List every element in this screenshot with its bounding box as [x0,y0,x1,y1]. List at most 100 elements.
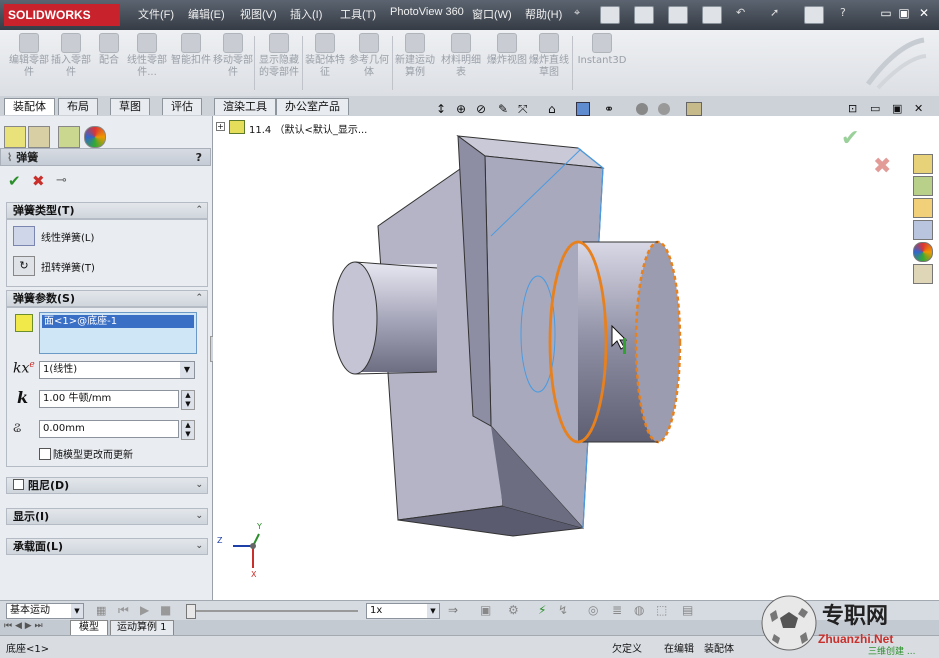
cmd-reference-geometry[interactable]: 参考几何体 [346,33,392,93]
playback-speed-select[interactable]: 1x ▼ [366,603,440,619]
stop-icon[interactable]: ■ [160,603,171,617]
cmd-show-hidden[interactable]: 显示隐藏的零部件 [256,33,302,93]
cmd-move-component[interactable]: 移动零部件 [210,33,256,93]
close-icon[interactable]: ✕ [916,5,932,21]
cmd-linear-pattern[interactable]: 线性零部件... [124,33,170,93]
display-style-icon[interactable] [576,102,590,116]
cmd-assembly-feature[interactable]: 装配体特征 [302,33,348,93]
section-view-icon[interactable]: ✎ [498,102,508,116]
viewport-close-icon[interactable]: ✕ [914,102,923,115]
view-settings-icon[interactable] [686,102,702,116]
play-from-start-icon[interactable]: ⏮ [118,603,129,618]
appearances-icon[interactable] [913,242,933,262]
help-button[interactable]: ? [196,149,202,167]
tab-model[interactable]: 模型 [70,620,108,636]
resources-icon[interactable] [913,154,933,174]
tab-sketch[interactable]: 草图 [110,98,150,115]
spring-tool-icon[interactable]: ↯ [558,603,568,617]
cmd-exploded-view[interactable]: 爆炸视图 [484,33,530,93]
configuration-manager-icon[interactable] [58,126,80,148]
damper-header[interactable]: 阻尼(D) ⌄ [6,477,208,494]
results-icon[interactable]: ◍ [634,603,644,617]
viewport-restore-icon[interactable]: ▣ [892,102,902,115]
viewport-minimize-icon[interactable]: ▭ [870,102,880,115]
graphics-area[interactable]: + 11.4 （默认<默认_显示... ✔ ✖ Y Z X [213,116,939,600]
file-explorer-icon[interactable] [913,198,933,218]
pushpin-icon[interactable]: ⊸ [56,173,67,188]
exponent-select[interactable]: 1(线性) ▼ [39,361,195,379]
print-icon[interactable] [702,6,722,24]
hide-show-items-icon[interactable]: ⚭ [604,102,614,116]
cmd-new-motion-study[interactable]: 新建运动算例 [392,33,438,93]
menu-file[interactable]: 文件(F) [138,6,174,22]
animation-wizard-icon[interactable]: ⚙ [508,603,519,617]
tab-render-tools[interactable]: 渲染工具 [214,98,276,115]
edit-appearance-icon[interactable] [636,103,648,115]
open-document-icon[interactable] [634,6,654,24]
linear-spring-icon[interactable] [13,226,35,246]
playback-mode-icon[interactable]: ⇒ [448,603,458,617]
contact-icon[interactable]: ◎ [588,603,598,617]
minimize-icon[interactable]: ▭ [878,5,894,21]
menu-photoview[interactable]: PhotoView 360 [390,6,464,18]
free-length-input[interactable]: 0.00mm [39,420,179,438]
apply-scene-icon[interactable] [658,103,670,115]
torsion-spring-option[interactable]: 扭转弹簧(T) [41,259,95,274]
spring-params-header[interactable]: 弹簧参数(S) ⌃ [6,290,208,307]
damper-checkbox[interactable] [13,479,24,490]
tab-evaluate[interactable]: 评估 [162,98,202,115]
length-spinner[interactable]: ▲ ▼ [181,420,195,440]
menu-insert[interactable]: 插入(I) [290,6,322,22]
cmd-bom[interactable]: 材料明细表 [438,33,484,93]
update-checkbox[interactable] [39,448,51,460]
new-document-icon[interactable] [600,6,620,24]
menu-edit[interactable]: 编辑(E) [188,6,225,22]
cmd-smart-fastener[interactable]: 智能扣件 [168,33,214,93]
undo-icon[interactable]: ↶ [736,6,754,22]
pin-icon[interactable]: ⌖ [574,6,592,22]
cmd-instant3d[interactable]: Instant3D [576,33,628,93]
save-icon[interactable] [668,6,688,24]
custom-properties-icon[interactable] [913,264,933,284]
tab-layout[interactable]: 布局 [58,98,98,115]
cancel-icon[interactable]: ✖ [32,172,45,190]
view-palette-icon[interactable] [913,220,933,240]
cmd-explode-line[interactable]: 爆炸直线草图 [526,33,572,93]
menu-view[interactable]: 视图(V) [240,6,277,22]
ok-icon[interactable]: ✔ [8,172,21,190]
feature-manager-icon[interactable] [4,126,26,148]
play-icon[interactable]: ▶ [140,603,149,617]
display-header[interactable]: 显示(I) ⌄ [6,508,208,525]
select-icon[interactable]: ➚ [770,6,788,22]
tab-office-products[interactable]: 办公室产品 [276,98,349,115]
tab-assembly[interactable]: 装配体 [4,98,55,115]
face-selection-box[interactable]: 面<1>@底座-1 [39,312,197,354]
tab-scroll-icons[interactable]: ⏮ ◀ ▶ ⏭ [4,621,43,631]
tab-motion-study[interactable]: 运动算例 1 [110,620,174,636]
confirm-corner-cancel-icon[interactable]: ✖ [873,154,891,179]
playback-slider-thumb[interactable] [186,604,196,619]
torsion-spring-icon[interactable]: ↻ [13,256,35,276]
zoom-to-fit-icon[interactable]: ↕ [436,102,446,116]
zoom-area-icon[interactable]: ⊕ [456,102,466,116]
load-faces-header[interactable]: 承载面(L) ⌄ [6,538,208,555]
spring-constant-input[interactable]: 1.00 牛顿/mm [39,390,179,408]
study-type-select[interactable]: 基本运动 ▼ [6,603,84,619]
dynamic-annotation-icon[interactable]: ⤧ [518,102,528,117]
playback-slider[interactable] [186,610,358,612]
calculate-icon[interactable]: ▦ [96,604,106,617]
property-manager-icon[interactable] [28,126,50,148]
appearance-icon[interactable] [84,126,106,148]
confirm-corner-ok-icon[interactable]: ✔ [841,126,859,151]
menu-help[interactable]: 帮助(H) [525,6,562,22]
spring-type-header[interactable]: 弹簧类型(T) ⌃ [6,202,208,219]
menu-window[interactable]: 窗口(W) [472,6,512,22]
collapse-study-icon[interactable]: ▤ [682,603,693,617]
design-library-icon[interactable] [913,176,933,196]
k-spinner[interactable]: ▲ ▼ [181,390,195,410]
restore-icon[interactable]: ▣ [896,5,912,21]
gravity-icon[interactable]: ≣ [612,603,622,617]
viewport-split-icon[interactable]: ⊡ [848,102,857,115]
help-icon[interactable]: ? [840,6,858,22]
previous-view-icon[interactable]: ⊘ [476,102,486,116]
